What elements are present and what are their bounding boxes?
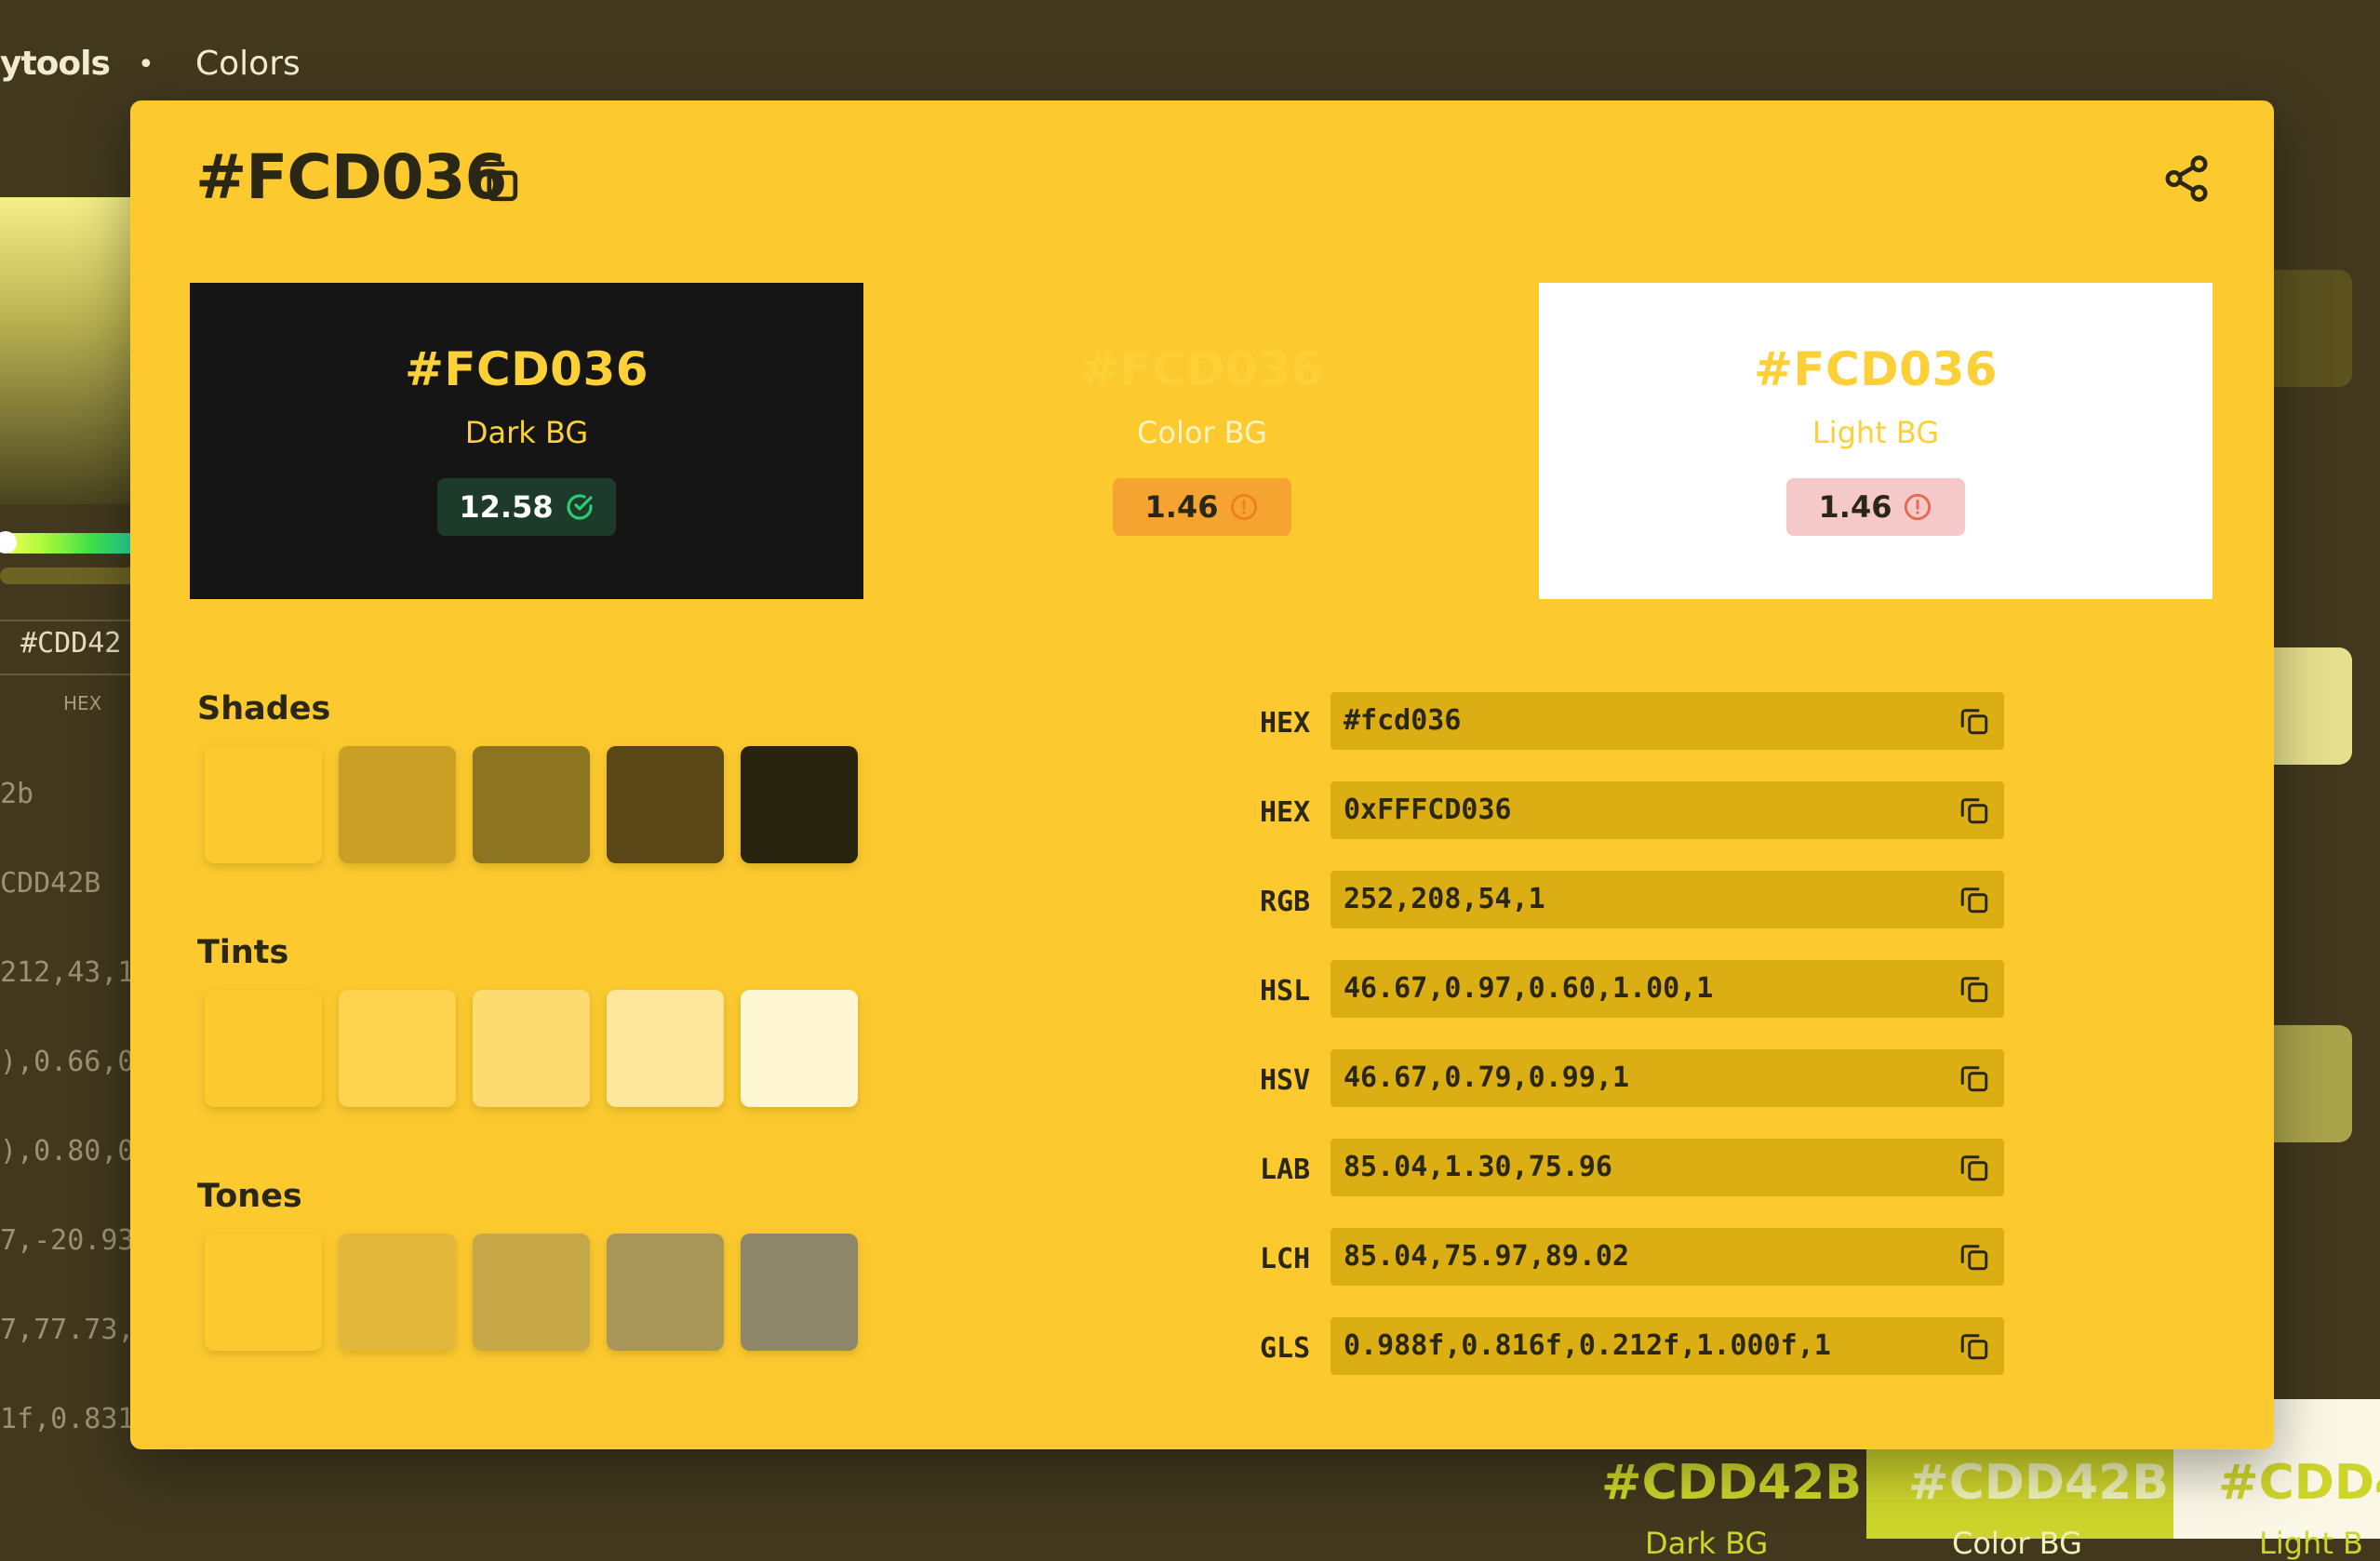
preview-color-bg: #FCD036 Color BG 1.46 <box>865 283 1539 599</box>
contrast-badge: 1.46 <box>1786 478 1965 536</box>
color-picker-area[interactable] <box>0 197 140 504</box>
preview-label: Color BG <box>1137 415 1267 450</box>
warning-circle-icon <box>1905 493 1932 521</box>
alpha-slider[interactable] <box>0 567 140 584</box>
hex-input-label: HEX <box>63 692 102 714</box>
copy-icon[interactable] <box>1958 794 1991 827</box>
tones-title: Tones <box>197 1178 302 1215</box>
bg-preview-label: Light B <box>2259 1526 2363 1561</box>
bg-format-row: 7,-20.93 <box>0 1224 135 1257</box>
copy-icon <box>475 162 518 202</box>
contrast-value: 12.58 <box>459 489 554 525</box>
copy-icon[interactable] <box>1958 704 1991 738</box>
tone-swatch[interactable] <box>205 1234 322 1351</box>
format-value: 0xFFFCD036 <box>1344 794 1512 826</box>
breadcrumb-colors[interactable]: Colors <box>195 45 301 83</box>
tint-swatch[interactable] <box>473 990 590 1107</box>
tone-swatch[interactable] <box>607 1234 724 1351</box>
check-circle-icon <box>567 494 593 520</box>
tint-swatch[interactable] <box>741 990 858 1107</box>
shade-swatch[interactable] <box>205 746 322 863</box>
copy-title-button[interactable] <box>467 151 527 210</box>
format-field-hex-argb[interactable]: 0xFFFCD036 <box>1330 781 2004 839</box>
copy-icon[interactable] <box>1958 1329 1991 1363</box>
format-field-rgb[interactable]: 252,208,54,1 <box>1330 871 2004 928</box>
preview-light-bg: #FCD036 Light BG 1.46 <box>1539 283 2213 599</box>
format-field-lch[interactable]: 85.04,75.97,89.02 <box>1330 1228 2004 1286</box>
format-value: 46.67,0.97,0.60,1.00,1 <box>1344 972 1714 1005</box>
tone-swatch[interactable] <box>339 1234 456 1351</box>
format-value: 0.988f,0.816f,0.212f,1.000f,1 <box>1344 1329 1831 1362</box>
copy-icon[interactable] <box>1958 1061 1991 1095</box>
app-brand[interactable]: ytools <box>0 45 111 83</box>
copy-icon[interactable] <box>1958 1240 1991 1274</box>
tone-swatch[interactable] <box>473 1234 590 1351</box>
preview-hex: #FCD036 <box>1753 342 1999 396</box>
modal-title: #FCD036 <box>195 141 507 213</box>
shade-swatch[interactable] <box>473 746 590 863</box>
bg-preview-label: Dark BG <box>1645 1526 1769 1561</box>
format-value: #fcd036 <box>1344 704 1462 737</box>
tint-swatch[interactable] <box>205 990 322 1107</box>
format-field-gls[interactable]: 0.988f,0.816f,0.212f,1.000f,1 <box>1330 1317 2004 1375</box>
bg-format-row: 7,77.73, <box>0 1314 135 1346</box>
bg-format-row: ),0.66,0 <box>0 1046 135 1078</box>
contrast-value: 1.46 <box>1144 489 1219 525</box>
bg-format-row: 2b <box>0 778 34 810</box>
preview-label: Light BG <box>1812 415 1940 450</box>
format-field-hex[interactable]: #fcd036 <box>1330 692 2004 750</box>
copy-icon[interactable] <box>1958 883 1991 916</box>
contrast-value: 1.46 <box>1818 489 1892 525</box>
share-button[interactable] <box>2151 143 2222 214</box>
contrast-badge: 1.46 <box>1113 478 1291 536</box>
bg-preview-hex: #CDD42B <box>1601 1455 1863 1511</box>
tone-swatch[interactable] <box>741 1234 858 1351</box>
breadcrumb-separator: • <box>138 48 154 81</box>
format-field-hsv[interactable]: 46.67,0.79,0.99,1 <box>1330 1049 2004 1107</box>
format-field-hsl[interactable]: 46.67,0.97,0.60,1.00,1 <box>1330 960 2004 1018</box>
bg-format-row: 1f,0.831 <box>0 1403 135 1435</box>
shade-swatch[interactable] <box>339 746 456 863</box>
preview-hex: #FCD036 <box>1079 342 1325 396</box>
warning-circle-icon <box>1231 493 1258 521</box>
tints-title: Tints <box>197 934 289 971</box>
shade-swatch[interactable] <box>741 746 858 863</box>
tint-swatch[interactable] <box>339 990 456 1107</box>
shades-title: Shades <box>197 690 331 727</box>
bg-format-row: 212,43,1 <box>0 956 135 989</box>
bg-preview-label: Color BG <box>1952 1526 2082 1561</box>
preview-label: Dark BG <box>464 415 589 450</box>
bg-format-row: ),0.80,0 <box>0 1135 135 1167</box>
hex-input-value: #CDD42 <box>20 627 122 660</box>
share-icon <box>2165 155 2208 202</box>
bg-preview-hex: #CDD42B <box>1908 1455 2170 1511</box>
copy-icon[interactable] <box>1958 972 1991 1006</box>
contrast-badge: 12.58 <box>437 478 616 536</box>
bg-format-row: CDD42B <box>0 867 101 900</box>
color-detail-modal: #FCD036 #FCD036 Dark BG 12.58 #FCD036 Co… <box>130 100 2274 1449</box>
shade-swatch[interactable] <box>607 746 724 863</box>
format-field-lab[interactable]: 85.04,1.30,75.96 <box>1330 1139 2004 1196</box>
tint-swatch[interactable] <box>607 990 724 1107</box>
bg-preview-hex: #CDD4 <box>2218 1455 2380 1511</box>
hue-slider[interactable] <box>0 533 140 554</box>
format-value: 85.04,1.30,75.96 <box>1344 1151 1612 1183</box>
format-value: 85.04,75.97,89.02 <box>1344 1240 1630 1273</box>
format-value: 46.67,0.79,0.99,1 <box>1344 1061 1630 1094</box>
preview-hex: #FCD036 <box>404 342 649 396</box>
preview-dark-bg: #FCD036 Dark BG 12.58 <box>190 283 863 599</box>
copy-icon[interactable] <box>1958 1151 1991 1184</box>
format-value: 252,208,54,1 <box>1344 883 1545 915</box>
